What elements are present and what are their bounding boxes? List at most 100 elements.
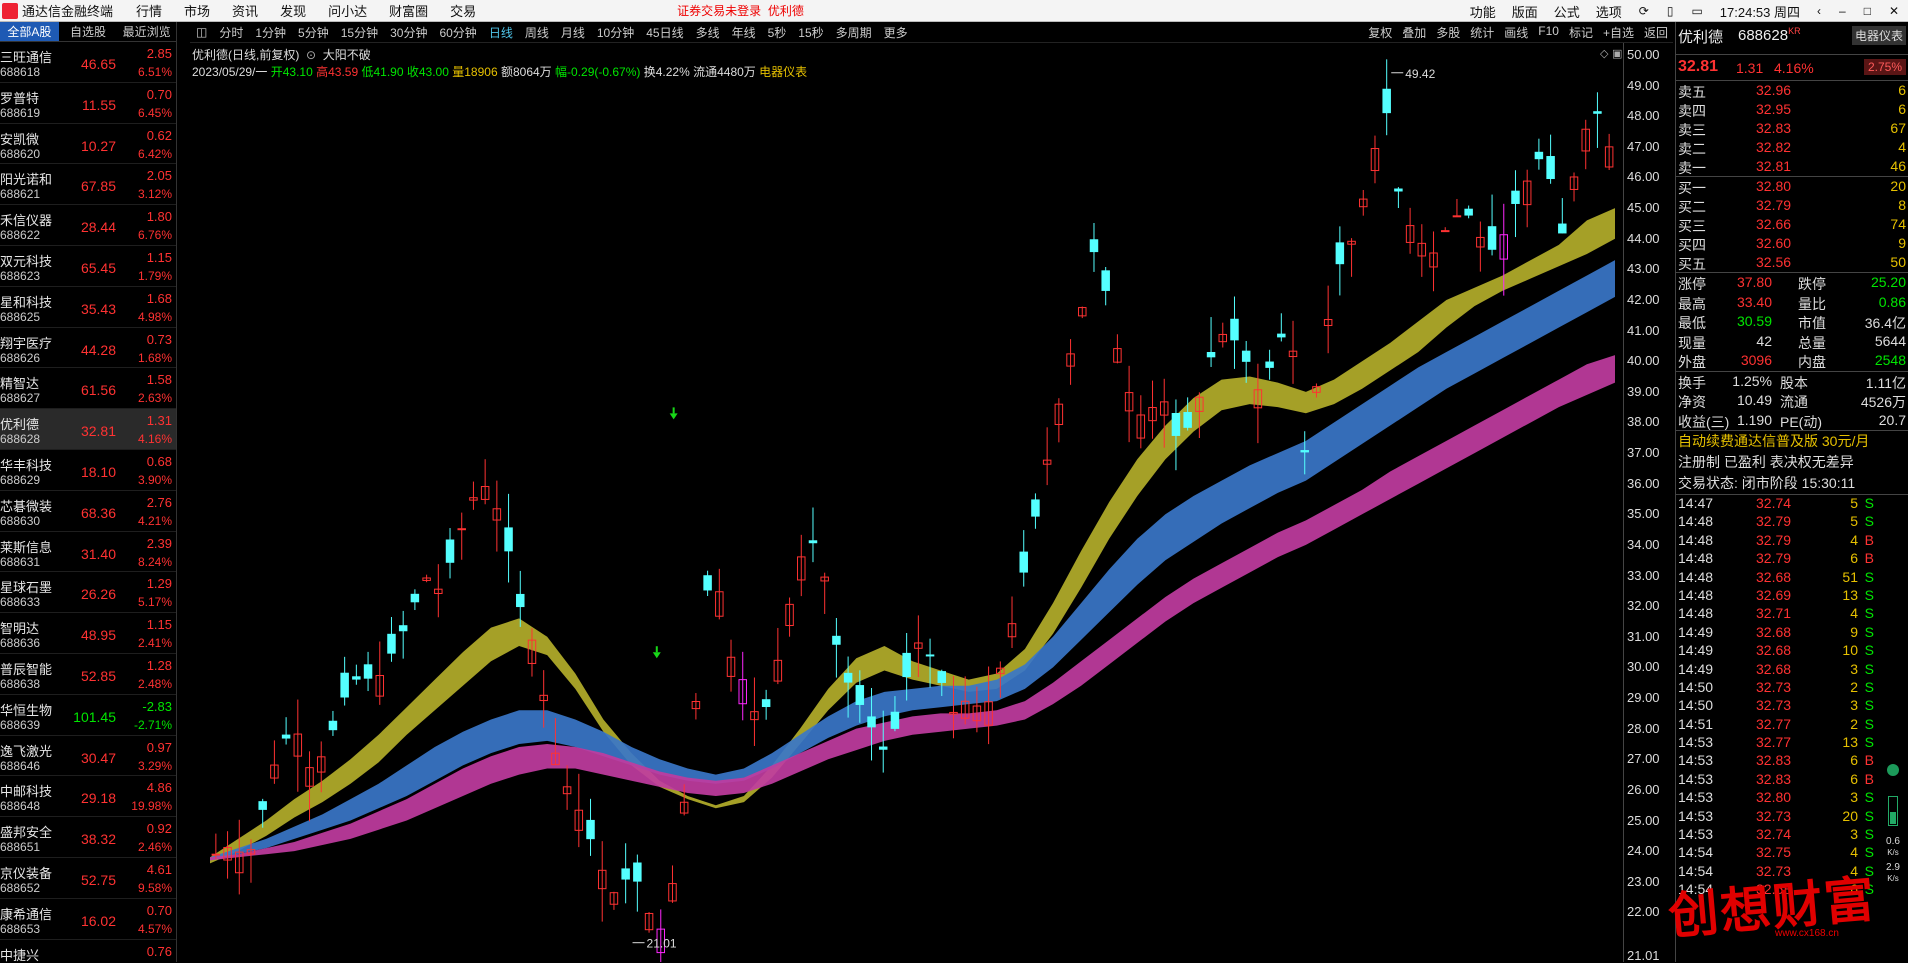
- stock-row[interactable]: 京仪装备 688652 52.75 4.61 9.58%: [0, 858, 176, 899]
- chart-tool-button[interactable]: F10: [1533, 24, 1564, 41]
- order-book-row[interactable]: 买一 32.80 20: [1676, 177, 1908, 196]
- sector-tag[interactable]: 电器仪表: [1851, 26, 1906, 45]
- stock-row[interactable]: 智明达 688636 48.95 1.15 2.41%: [0, 613, 176, 654]
- timeframe-option[interactable]: 30分钟: [384, 24, 433, 41]
- stock-row[interactable]: 精智达 688627 61.56 1.58 2.63%: [0, 368, 176, 410]
- back-icon[interactable]: ‹: [1808, 4, 1830, 18]
- order-book-row[interactable]: 买四 32.60 9: [1676, 234, 1908, 253]
- stock-row[interactable]: 星球石墨 688633 26.26 1.29 5.17%: [0, 572, 176, 614]
- tick-side: S: [1864, 734, 1874, 751]
- candle-body: [703, 575, 712, 591]
- stock-row[interactable]: 康希通信 688653 16.02 0.70 4.57%: [0, 899, 176, 940]
- stock-row[interactable]: 莱斯信息 688631 31.40 2.39 8.24%: [0, 532, 176, 573]
- chart-tool-button[interactable]: 叠加: [1397, 24, 1431, 41]
- speed-widget[interactable]: 0.6 K/s 2.9 K/s: [1880, 760, 1906, 900]
- timeframe-option[interactable]: 1分钟: [249, 24, 292, 41]
- tab-recent[interactable]: 最近浏览: [117, 22, 176, 41]
- timeframe-option[interactable]: 多周期: [830, 24, 878, 41]
- menu-layout[interactable]: 版面: [1504, 2, 1546, 21]
- menu-function[interactable]: 功能: [1462, 2, 1504, 21]
- timeframe-option[interactable]: 月线: [555, 24, 591, 41]
- stock-row[interactable]: 阳光诺和 688621 67.85 2.05 3.12%: [0, 164, 176, 206]
- minimize-icon[interactable]: –: [1830, 4, 1855, 18]
- stock-row[interactable]: 星和科技 688625 35.43 1.68 4.98%: [0, 287, 176, 328]
- chart-tool-button[interactable]: 标记: [1564, 24, 1598, 41]
- timeframe-option[interactable]: 多线: [690, 24, 726, 41]
- stock-code: 688622: [0, 228, 41, 243]
- tick-price: 32.68: [1756, 660, 1792, 677]
- stock-row[interactable]: 安凯微 688620 10.27 0.62 6.42%: [0, 124, 176, 165]
- timeframe-option[interactable]: 分时: [213, 24, 249, 41]
- order-book-row[interactable]: 卖一 32.81 46: [1676, 157, 1908, 176]
- chart-tool-button[interactable]: 返回: [1639, 24, 1673, 41]
- menu-wealth[interactable]: 财富圈: [378, 1, 439, 20]
- stock-row[interactable]: 三旺通信 688618 46.65 2.85 6.51%: [0, 42, 176, 83]
- layout-icon[interactable]: ◫: [190, 25, 213, 39]
- order-book-row[interactable]: 卖二 32.82 4: [1676, 138, 1908, 157]
- stock-row[interactable]: 芯碁微装 688630 68.36 2.76 4.21%: [0, 491, 176, 532]
- timeframe-option[interactable]: 15秒: [792, 24, 829, 41]
- timeframe-option[interactable]: 周线: [519, 24, 555, 41]
- stat-label: 涨停: [1678, 276, 1706, 292]
- menu-market[interactable]: 市场: [173, 1, 221, 20]
- order-book-row[interactable]: 买五 32.56 50: [1676, 253, 1908, 272]
- timeframe-option[interactable]: 5秒: [762, 24, 793, 41]
- kline-chart[interactable]: 49.42 21.01 ◇ ▣: [190, 43, 1623, 962]
- timeframe-option[interactable]: 10分钟: [591, 24, 640, 41]
- tab-watchlist[interactable]: 自选股: [59, 22, 118, 41]
- stock-row[interactable]: 逸飞激光 688646 30.47 0.97 3.29%: [0, 736, 176, 777]
- timeframe-option[interactable]: 45日线: [640, 24, 689, 41]
- menu-trade[interactable]: 交易: [439, 1, 487, 20]
- timeframe-option[interactable]: 日线: [483, 24, 519, 41]
- login-notice[interactable]: 证券交易未登录 优利德: [677, 2, 804, 19]
- stat-label: 量比: [1798, 295, 1826, 312]
- menu-ask[interactable]: 问小达: [317, 1, 378, 20]
- menu-quotes[interactable]: 行情: [125, 1, 173, 20]
- order-book-row[interactable]: 买三 32.66 74: [1676, 215, 1908, 234]
- stat-value: 36.4亿: [1864, 315, 1906, 331]
- stock-price: 52.85: [80, 667, 116, 684]
- stock-row[interactable]: 华丰科技 688629 18.10 0.68 3.90%: [0, 450, 176, 491]
- menu-news[interactable]: 资讯: [221, 1, 269, 20]
- close-icon[interactable]: ✕: [1880, 4, 1908, 18]
- chart-tool-button[interactable]: 统计: [1465, 24, 1499, 41]
- chart-tool-button[interactable]: +自选: [1598, 24, 1639, 41]
- stat-label: 现量: [1678, 334, 1706, 351]
- tick-list[interactable]: 14:47 32.74 5 S 14:48 32.79 5 S 14:48 32.79 4 B 14:4…: [1676, 495, 1908, 900]
- stock-row[interactable]: 盛邦安全 688651 38.32 0.92 2.46%: [0, 817, 176, 858]
- stock-row[interactable]: 翔宇医疗 688626 44.28 0.73 1.68%: [0, 328, 176, 369]
- chart-tool-button[interactable]: 多股: [1431, 24, 1465, 41]
- chart-tool-button[interactable]: 画线: [1499, 24, 1533, 41]
- order-book-row[interactable]: 卖三 32.83 67: [1676, 119, 1908, 138]
- stock-row[interactable]: 中邮科技 688648 29.18 4.86 19.98%: [0, 776, 176, 818]
- maximize-icon[interactable]: □: [1855, 4, 1880, 18]
- menu-formula[interactable]: 公式: [1546, 2, 1588, 21]
- stock-row[interactable]: 华恒生物 688639 101.45 -2.83 -2.71%: [0, 695, 176, 736]
- stock-row[interactable]: 禾信仪器 688622 28.44 1.80 6.76%: [0, 205, 176, 246]
- timeframe-option[interactable]: 年线: [726, 24, 762, 41]
- order-book-row[interactable]: 买二 32.79 8: [1676, 196, 1908, 215]
- stock-change: 4.86: [146, 780, 172, 796]
- menu-discover[interactable]: 发现: [269, 1, 317, 20]
- stock-row[interactable]: 双元科技 688623 65.45 1.15 1.79%: [0, 246, 176, 287]
- menu-options[interactable]: 选项: [1588, 2, 1630, 21]
- refresh-icon[interactable]: ⟳: [1630, 4, 1658, 18]
- stock-row[interactable]: 优利德 688628 32.81 1.31 4.16%: [0, 409, 176, 450]
- timeframe-option[interactable]: 5分钟: [292, 24, 335, 41]
- order-book-row[interactable]: 卖五 32.96 6: [1676, 81, 1908, 100]
- stock-row[interactable]: 中捷兴 0.76: [0, 940, 176, 962]
- tab-all-a-shares[interactable]: 全部A股: [0, 22, 59, 41]
- chart-tool-button[interactable]: 复权: [1363, 24, 1397, 41]
- stock-row[interactable]: 普辰智能 688638 52.85 1.28 2.48%: [0, 654, 176, 695]
- stock-change: 2.05: [146, 168, 172, 184]
- timeframe-option[interactable]: 60分钟: [433, 24, 482, 41]
- timeframe-option[interactable]: 更多: [878, 24, 914, 41]
- subscription-note[interactable]: 自动续费通达信普及版 30元/月: [1676, 431, 1908, 452]
- phone-icon[interactable]: ▯: [1658, 4, 1683, 18]
- tick-row: 14:48 32.69 13 S: [1676, 587, 1908, 605]
- price-tick-label: 42.00: [1627, 291, 1660, 307]
- timeframe-option[interactable]: 15分钟: [335, 24, 384, 41]
- stock-row[interactable]: 罗普特 688619 11.55 0.70 6.45%: [0, 83, 176, 124]
- order-book-row[interactable]: 卖四 32.95 6: [1676, 100, 1908, 119]
- message-icon[interactable]: ▭: [1682, 4, 1711, 18]
